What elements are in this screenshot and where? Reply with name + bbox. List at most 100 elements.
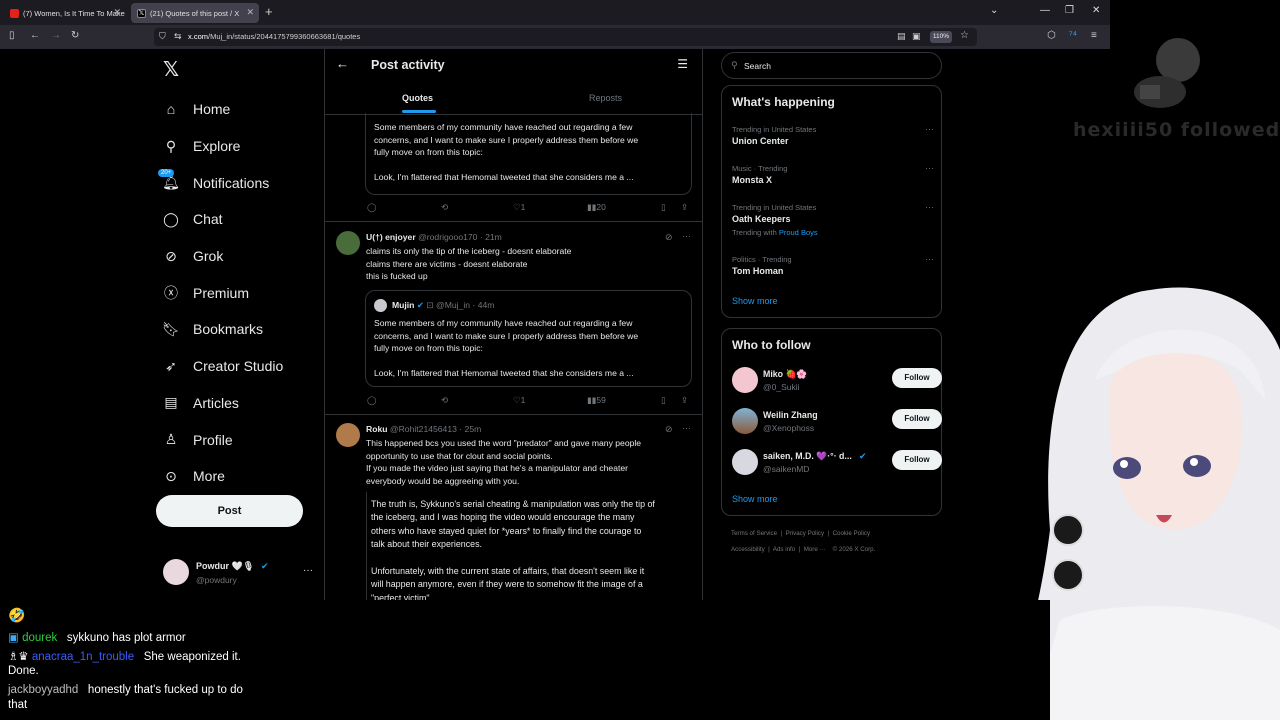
x-page: 𝕏 ⌂ Home ⚲ Explore 🔔︎ 20+ Notifications ◯ Cha…	[0, 49, 1110, 600]
more-options-icon[interactable]: ···	[925, 124, 934, 134]
repost-icon[interactable]: ⟲	[441, 395, 448, 406]
zoom-level[interactable]: 110%	[930, 31, 952, 43]
more-options-icon[interactable]: ···	[925, 163, 934, 173]
grok-explain-icon[interactable]: ⊘	[665, 232, 673, 243]
menu-icon[interactable]: ≡	[1091, 30, 1097, 41]
more-options-icon[interactable]: ···	[303, 565, 313, 576]
footer-links: Accessibility | Ads info | More ··· © 20…	[731, 546, 876, 553]
quoted-post[interactable]: Mujin ✔ ⊡ @Muj_in · 44m Some members of …	[365, 290, 692, 387]
tab-quotes[interactable]: Quotes	[402, 93, 433, 103]
footer-link[interactable]: More ···	[804, 546, 826, 553]
nav-chat[interactable]: ◯ Chat	[162, 201, 322, 238]
minimize-icon[interactable]: —	[1040, 5, 1050, 16]
tab-reposts[interactable]: Reposts	[589, 93, 622, 103]
account-switcher[interactable]: Powdur 🤍🎙 ✔ @powdury ···	[163, 559, 323, 589]
nav-bookmarks[interactable]: 🔖︎ Bookmarks	[162, 311, 322, 348]
trend-item[interactable]: Music · Trending Monsta X ···	[732, 163, 934, 187]
reload-icon[interactable]: ↻	[71, 30, 79, 41]
post-actions: ◯ ⟲ ♡ 1 ▮▮ 20 ▯ ⇪	[365, 202, 695, 214]
back-arrow-icon[interactable]: ←	[336, 56, 349, 71]
tab-list-chevron-icon[interactable]: ⌄	[990, 5, 998, 16]
quoted-post[interactable]: The truth is, Sykkuno's serial cheating …	[366, 492, 693, 600]
views-icon[interactable]: ▮▮ 59	[587, 395, 606, 406]
nav-articles[interactable]: ▤ Articles	[162, 385, 322, 422]
forward-icon[interactable]: →	[51, 30, 61, 41]
follow-suggestion[interactable]: Weilin Zhang @Xenophoss Follow	[732, 408, 942, 438]
grok-explain-icon[interactable]: ⊘	[665, 424, 673, 435]
more-options-icon[interactable]: ···	[925, 254, 934, 264]
quoted-post[interactable]: Some members of my community have reache…	[365, 113, 692, 195]
account-handle: @powdury	[196, 575, 237, 585]
nav-profile[interactable]: ♙ Profile	[162, 421, 322, 458]
mascot-icon	[1134, 38, 1200, 108]
reply-icon[interactable]: ◯	[367, 395, 377, 406]
nav-notifications[interactable]: 🔔︎ 20+ Notifications	[158, 164, 322, 201]
share-icon[interactable]: ⇪	[681, 395, 688, 406]
footer-link[interactable]: Accessibility	[731, 546, 765, 553]
post-button[interactable]: Post	[156, 495, 303, 527]
reply-icon[interactable]: ◯	[367, 202, 377, 213]
address-bar[interactable]: ⛉ ⇆ x.com/Muj_in/status/2044175799360663…	[154, 28, 977, 46]
extension-icon[interactable]: ⁷⁴	[1069, 30, 1077, 41]
picture-in-picture-icon[interactable]: ▣	[912, 31, 921, 42]
footer-link[interactable]: Ads info	[773, 546, 795, 553]
browser-tab-youtube[interactable]: (7) Women, Is It Time To Make · ✕	[4, 3, 126, 23]
footer-link[interactable]: Terms of Service	[731, 530, 777, 537]
site-info-icon[interactable]: ⇆	[174, 31, 182, 42]
close-tab-icon[interactable]: ✕	[113, 7, 121, 18]
more-options-icon[interactable]: ···	[682, 423, 691, 433]
avatar	[374, 299, 387, 312]
trend-item[interactable]: Trending in United States Oath Keepers T…	[732, 202, 934, 239]
quoted-post-header: Mujin ✔ ⊡ @Muj_in · 44m	[392, 300, 495, 310]
whats-happening-card: What's happening Trending in United Stat…	[721, 85, 942, 318]
show-more-link[interactable]: Show more	[732, 296, 778, 306]
close-tab-icon[interactable]: ✕	[246, 7, 254, 18]
reader-view-icon[interactable]: ▤	[897, 31, 906, 42]
follow-suggestion[interactable]: saiken, M.D. 💜·°· d... ✔ @saikenMD Follo…	[732, 449, 942, 479]
new-tab-icon[interactable]: +	[265, 4, 273, 19]
like-icon[interactable]: ♡ 1	[513, 395, 525, 406]
nav-home[interactable]: ⌂ Home	[162, 91, 322, 128]
chat-message: that	[8, 699, 28, 711]
footer-link[interactable]: Cookie Policy	[833, 530, 871, 537]
close-window-icon[interactable]: ✕	[1092, 5, 1100, 16]
post-header: U(†) enjoyer @rodrigooo170 · 21m	[366, 232, 502, 242]
settings-sliders-icon[interactable]: ☰	[677, 57, 688, 71]
nav-grok[interactable]: ⊘ Grok	[162, 238, 322, 275]
maximize-icon[interactable]: ❐	[1065, 5, 1074, 16]
shield-icon[interactable]: ⛉	[159, 31, 166, 42]
nav-premium[interactable]: ⓧ Premium	[162, 274, 322, 311]
search-input[interactable]: ⚲ Search	[721, 52, 942, 79]
trend-item[interactable]: Trending in United States Union Center ·…	[732, 124, 934, 148]
share-icon[interactable]: ⇪	[681, 202, 688, 213]
trend-link[interactable]: Proud Boys	[779, 228, 818, 237]
x-logo-icon[interactable]: 𝕏	[163, 57, 179, 82]
nav-more[interactable]: ⊙ More	[162, 458, 322, 495]
sidebar-toggle-icon[interactable]: ▯	[9, 30, 15, 41]
more-options-icon[interactable]: ···	[682, 231, 691, 241]
follow-suggestion[interactable]: Miko 🍓🌸 @0_Sukii Follow	[732, 367, 942, 397]
repost-icon[interactable]: ⟲	[441, 202, 448, 213]
bookmark-star-icon[interactable]: ☆	[960, 30, 969, 41]
extensions-icon[interactable]: ⬡	[1047, 30, 1056, 41]
nav-creator-studio[interactable]: ➶ Creator Studio	[162, 348, 322, 385]
trend-item[interactable]: Politics · Trending Tom Homan ···	[732, 254, 934, 278]
back-icon[interactable]: ←	[30, 30, 40, 41]
quoted-post-text: Some members of my community have reache…	[374, 318, 639, 378]
more-options-icon[interactable]: ···	[925, 202, 934, 212]
follow-button[interactable]: Follow	[892, 409, 942, 429]
url-text[interactable]: x.com/Muj_in/status/2044175799360663681/…	[188, 32, 360, 41]
bookmark-icon[interactable]: ▯	[661, 395, 666, 406]
footer-link[interactable]: Privacy Policy	[786, 530, 825, 537]
browser-tab-x[interactable]: 𝕏 (21) Quotes of this post / X ✕	[131, 3, 259, 23]
bookmark-icon[interactable]: ▯	[661, 202, 666, 213]
follow-button[interactable]: Follow	[892, 450, 942, 470]
views-icon[interactable]: ▮▮ 20	[587, 202, 606, 213]
like-icon[interactable]: ♡ 1	[513, 202, 525, 213]
nav-explore[interactable]: ⚲ Explore	[162, 128, 322, 165]
browser-tab-bar: (7) Women, Is It Time To Make · ✕ 𝕏 (21)…	[0, 0, 1110, 25]
follow-button[interactable]: Follow	[892, 368, 942, 388]
show-more-link[interactable]: Show more	[732, 494, 778, 504]
post-text: claims its only the tip of the iceberg -…	[366, 246, 572, 281]
stream-chat: 🤣 ▣ dourek sykkuno has plot armor ♗♛ ana…	[0, 600, 1050, 720]
